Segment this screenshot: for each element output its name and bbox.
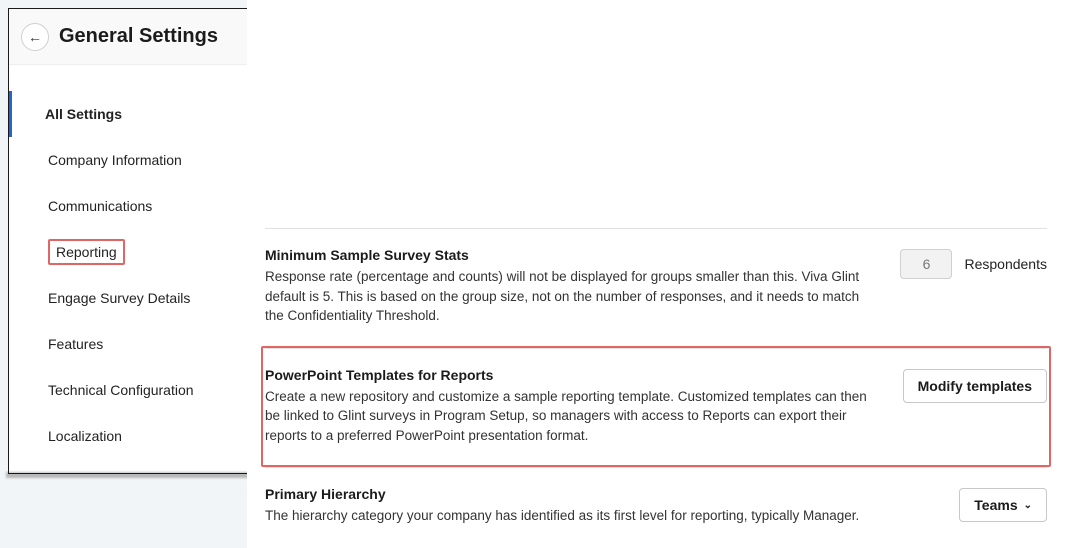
back-button[interactable]: ← bbox=[21, 23, 49, 51]
sidebar-item-label: Reporting bbox=[48, 239, 125, 265]
primary-hierarchy-dropdown[interactable]: Teams ⌄ bbox=[959, 488, 1047, 522]
sidebar-item-reporting[interactable]: Reporting bbox=[9, 229, 254, 275]
section-title: Primary Hierarchy bbox=[265, 486, 939, 502]
sidebar-item-engage-survey-details[interactable]: Engage Survey Details bbox=[9, 275, 254, 321]
sidebar-item-label: All Settings bbox=[45, 106, 122, 122]
section-description: Response rate (percentage and counts) wi… bbox=[265, 267, 880, 326]
sidebar-item-company-information[interactable]: Company Information bbox=[9, 137, 254, 183]
section-title: Minimum Sample Survey Stats bbox=[265, 247, 880, 263]
page-title: General Settings bbox=[59, 25, 218, 48]
modify-templates-button[interactable]: Modify templates bbox=[903, 369, 1047, 403]
sidebar-item-label: Company Information bbox=[48, 152, 182, 168]
respondents-unit-label: Respondents bbox=[964, 256, 1047, 272]
section-title: PowerPoint Templates for Reports bbox=[265, 367, 883, 383]
section-description: The hierarchy category your company has … bbox=[265, 506, 885, 526]
section-powerpoint-templates: PowerPoint Templates for Reports Create … bbox=[265, 348, 1047, 468]
sidebar-item-features[interactable]: Features bbox=[9, 321, 254, 367]
sidebar-header: ← General Settings bbox=[9, 9, 254, 65]
sidebar-item-label: Communications bbox=[48, 198, 152, 214]
respondents-input[interactable] bbox=[900, 249, 952, 279]
sidebar-item-label: Localization bbox=[48, 428, 122, 444]
sidebar-shadow bbox=[6, 472, 257, 478]
sidebar-item-label: Features bbox=[48, 336, 103, 352]
section-primary-hierarchy: Primary Hierarchy The hierarchy category… bbox=[265, 467, 1047, 548]
sidebar-item-localization[interactable]: Localization bbox=[9, 413, 254, 459]
button-label: Teams bbox=[974, 497, 1017, 513]
section-minimum-sample: Minimum Sample Survey Stats Response rat… bbox=[265, 228, 1047, 348]
chevron-down-icon: ⌄ bbox=[1024, 500, 1032, 511]
sidebar-item-label: Engage Survey Details bbox=[48, 290, 190, 306]
section-description: Create a new repository and customize a … bbox=[265, 387, 883, 446]
sidebar-item-technical-configuration[interactable]: Technical Configuration bbox=[9, 367, 254, 413]
arrow-left-icon: ← bbox=[28, 29, 42, 45]
sidebar-list: All Settings Company Information Communi… bbox=[9, 65, 254, 469]
sidebar: ← General Settings All Settings Company … bbox=[8, 8, 255, 474]
button-label: Modify templates bbox=[918, 378, 1032, 394]
sidebar-item-all-settings[interactable]: All Settings bbox=[9, 91, 254, 137]
sidebar-item-communications[interactable]: Communications bbox=[9, 183, 254, 229]
main-content: Minimum Sample Survey Stats Response rat… bbox=[247, 0, 1065, 548]
sidebar-item-label: Technical Configuration bbox=[48, 382, 194, 398]
